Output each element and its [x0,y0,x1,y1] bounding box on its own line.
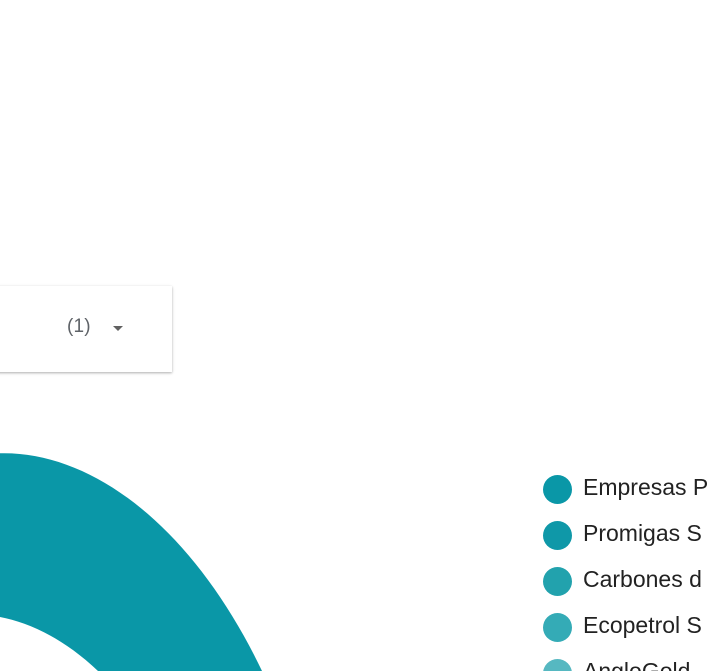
legend-label: Carbones d [583,566,702,592]
legend-label: Promigas S [583,520,702,546]
donut-slice[interactable] [0,453,262,671]
legend-marker [543,567,572,596]
chart-panel: (1) Empresas P Promigas S Carbones d Ecopet… [0,0,718,671]
legend-marker [543,475,572,504]
legend-label: Empresas P [583,474,709,500]
legend-marker [543,521,572,550]
legend-marker [543,613,572,642]
legend-label: AngloGold [583,658,691,671]
legend-label: Ecopetrol S [583,612,702,638]
